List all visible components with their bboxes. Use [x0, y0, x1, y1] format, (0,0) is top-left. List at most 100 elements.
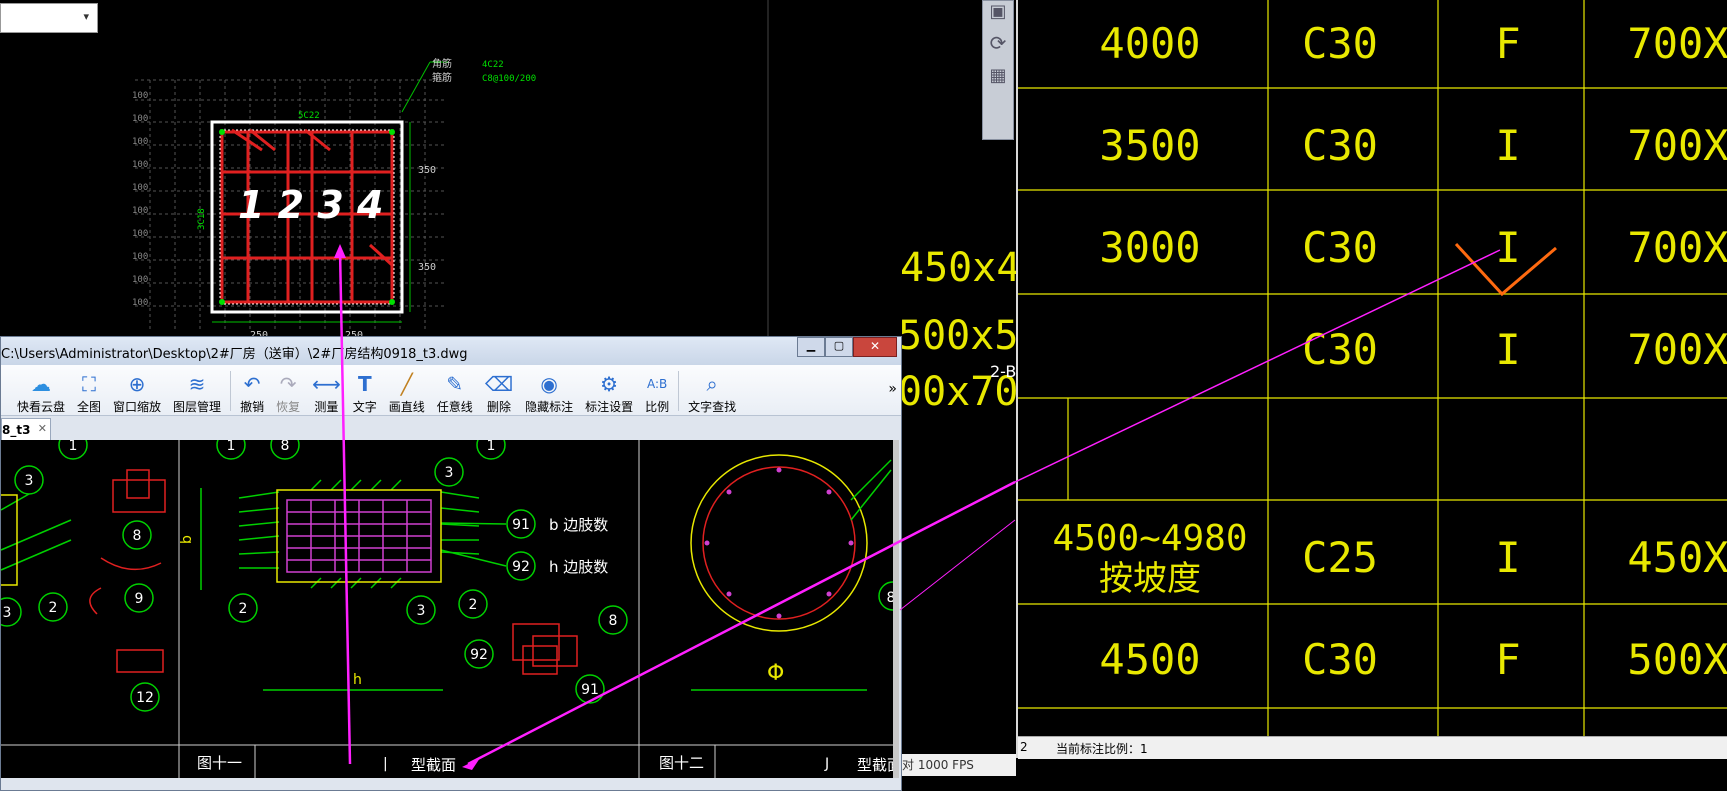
window-controls: ▁ ▢ ✕ [797, 337, 897, 357]
vertical-scrollbar[interactable] [893, 440, 899, 778]
grid-tick: 100 [132, 137, 148, 147]
toolbar-delete[interactable]: ⌫ 删除 [479, 369, 519, 415]
diameter-symbol: Φ [767, 661, 784, 686]
figure-12-label: 图十二 [659, 754, 704, 772]
orbit-icon[interactable]: ⟳ [983, 31, 1013, 65]
grid-tick: 100 [132, 275, 148, 285]
chevron-down-icon: ▾ [83, 10, 89, 23]
toolbar-layers[interactable]: ≋ 图层管理 [167, 369, 227, 415]
toolbar-label: 任意线 [436, 400, 473, 414]
circle-label: 91 [581, 682, 599, 698]
toolbar-fit-all[interactable]: ⛶ 全图 [71, 369, 107, 415]
circle-label: 2 [239, 601, 248, 617]
window-zoom-icon: ⊕ [128, 372, 146, 396]
toolbar-annotation-settings[interactable]: ⚙ 标注设置 [579, 369, 639, 415]
viewer-status [1, 778, 901, 790]
cell-size: 700X [1627, 121, 1727, 170]
toolbar-text-search[interactable]: ⌕ 文字查找 [682, 369, 742, 415]
fps-strip: 对 1000 FPS [898, 754, 1016, 776]
circle-label: 9 [135, 591, 144, 607]
fit-all-icon: ⛶ [82, 372, 97, 396]
label-b-legs: b 边肢数 [549, 516, 608, 534]
rebar-value-corner: 4C22 [482, 60, 504, 70]
toolbar-window-zoom[interactable]: ⊕ 窗口缩放 [107, 369, 167, 415]
toolbar: ☁ 快看云盘 ⛶ 全图 ⊕ 窗口缩放 ≋ 图层管理 ↶ 撤销 ↷ 恢复 ⟷ 测量 T 文字 ╱ 画… [1, 365, 901, 416]
toolbar-label: 图层管理 [173, 400, 222, 414]
title-bar[interactable]: C:\Users\Administrator\Desktop\2#厂房（送审）\… [1, 337, 901, 365]
cell-height: 4500~4980 [1052, 518, 1247, 559]
minimize-button[interactable]: ▁ [797, 337, 825, 357]
toolbar-cloud[interactable]: ☁ 快看云盘 [11, 369, 71, 415]
close-button[interactable]: ✕ [853, 337, 897, 357]
callout-top: 5C22 [298, 111, 320, 121]
toolbar-measure[interactable]: ⟷ 测量 [306, 369, 347, 415]
circle-label: 1 [69, 440, 78, 454]
circle-label: 3 [3, 605, 12, 621]
toolbar-freehand[interactable]: ✎ 任意线 [431, 369, 479, 415]
toolbar-scale[interactable]: A:B 比例 [639, 369, 675, 415]
circle-label: 1 [227, 440, 236, 454]
tab-strip: 8_t3 ✕ [1, 416, 901, 441]
maximize-button[interactable]: ▢ [825, 337, 853, 357]
toolbar-label: 撤销 [240, 400, 265, 414]
cad-canvas-left[interactable]: 5C22 角筋 箍筋 4C22 C8@100/200 350 350 250 2… [0, 0, 770, 340]
toolbar-label: 比例 [645, 400, 670, 414]
toolbar-undo[interactable]: ↶ 撤销 [234, 369, 270, 415]
cell-size: 450X [1627, 533, 1727, 582]
toolbar-label: 删除 [486, 400, 511, 414]
cell-grade: C30 [1302, 121, 1378, 170]
status-bar: 2 当前标注比例：1 [1018, 736, 1727, 759]
cell-grade: C30 [1302, 19, 1378, 68]
text-search-icon: ⌕ [706, 372, 718, 396]
toolbar-line[interactable]: ╱ 画直线 [383, 369, 431, 415]
dim-h: h [353, 672, 362, 688]
toolbar-label: 测量 [314, 400, 339, 414]
circle-label: 3 [417, 603, 426, 619]
layers-icon: ≋ [188, 372, 206, 396]
circle-label: 12 [136, 690, 154, 706]
top-left-dropdown[interactable]: ▾ [0, 3, 98, 33]
rebar-label-stirrup: 箍筋 [432, 71, 452, 84]
cell-grade: C30 [1302, 635, 1378, 684]
handwritten-annotation: 1 2 3 4 [238, 183, 383, 227]
status-left: 2 [1020, 740, 1028, 754]
cell-height: 3000 [1099, 223, 1200, 272]
grid-tick: 100 [132, 114, 148, 124]
dim-right-1: 350 [418, 165, 436, 176]
viewer-canvas[interactable]: 1 3 8 9 2 3 12 1 8 1 3 91 92 2 3 2 8 92 … [1, 440, 899, 778]
cell-type: I [1495, 325, 1520, 374]
detail-drawings: 1 3 8 9 2 3 12 1 8 1 3 91 92 2 3 2 8 92 … [1, 440, 899, 778]
toolbar-label: 恢复 [276, 400, 301, 414]
circle-label: 92 [512, 559, 530, 575]
section-mark: J [824, 756, 829, 772]
eraser-icon: ⌫ [484, 372, 514, 396]
toolbar-text[interactable]: T 文字 [347, 369, 383, 415]
toolbar-redo[interactable]: ↷ 恢复 [270, 369, 306, 415]
eye-icon: ◉ [540, 372, 558, 396]
cell-height: 3500 [1099, 121, 1200, 170]
circle-label: 2 [49, 600, 58, 616]
toolbar-label: 文字查找 [688, 400, 737, 414]
cell-size: 700X [1627, 325, 1727, 374]
cell-size: 700X [1627, 19, 1727, 68]
close-icon[interactable]: ✕ [38, 422, 47, 435]
schedule-table: 4000 C30 F 700X 3500 C30 I 700X 3000 C30… [1018, 0, 1727, 740]
mid-2b-label: 2-B [990, 362, 1017, 381]
cell-size: 500X [1627, 635, 1727, 684]
toolbar-more-button[interactable]: » [888, 381, 897, 397]
grid-view-icon[interactable]: ▦ [983, 65, 1013, 95]
text-icon: T [357, 372, 372, 396]
fps-label: 对 1000 FPS [902, 758, 974, 772]
tab-label: 8_t3 [2, 423, 31, 437]
dwg-viewer-window[interactable]: C:\Users\Administrator\Desktop\2#厂房（送审）\… [0, 336, 902, 791]
cloud-icon: ☁ [31, 372, 51, 396]
circle-label: 92 [470, 647, 488, 663]
redo-icon: ↷ [279, 372, 297, 396]
cell-height: 4000 [1099, 19, 1200, 68]
toolbar-hide-annotations[interactable]: ◉ 隐藏标注 [519, 369, 579, 415]
measure-icon: ⟷ [312, 372, 341, 396]
nav-cube-toolbar[interactable]: ▣ ⟳ ▦ [982, 0, 1014, 140]
right-table-view[interactable]: 4000 C30 F 700X 3500 C30 I 700X 3000 C30… [1016, 0, 1727, 759]
document-tab[interactable]: 8_t3 ✕ [1, 418, 51, 441]
cube-icon[interactable]: ▣ [983, 1, 1013, 31]
